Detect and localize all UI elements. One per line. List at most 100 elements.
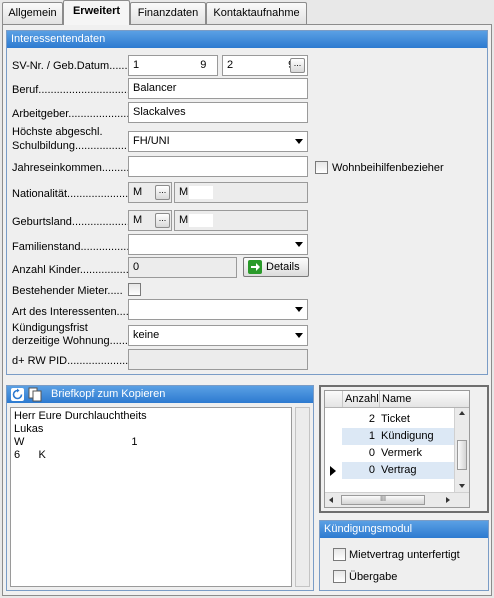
row-name: Kündigung — [381, 430, 434, 442]
geburtsland-name-field: M — [174, 210, 308, 231]
sv-nr-value: 1 9 — [133, 59, 207, 71]
anzahl-kinder-field[interactable]: 0 — [128, 257, 237, 278]
nationalitaet-name-field: M — [174, 182, 308, 203]
chevron-down-icon — [295, 242, 303, 247]
jahreseinkommen-field[interactable] — [128, 156, 308, 177]
familienstand-label: Familienstand................... — [12, 241, 139, 253]
grid-header: Anzahl Name — [325, 391, 469, 408]
nationalitaet-lookup-button[interactable]: ... — [155, 185, 170, 200]
nationalitaet-code-value: M — [133, 186, 143, 198]
familienstand-select[interactable] — [128, 234, 308, 255]
briefkopf-line: W 1 — [14, 436, 138, 448]
geburtsland-lookup-button[interactable]: ... — [155, 213, 170, 228]
kuendigungsfrist-label-2: derzeitige Wohnung....... — [12, 335, 132, 347]
uebergabe-label: Übergabe — [349, 571, 398, 583]
interessentendaten-panel: Interessentendaten SV-Nr. / Geb.Datum...… — [6, 30, 488, 375]
arbeitgeber-field[interactable]: Slackalves — [128, 102, 308, 123]
uebergabe-checkbox[interactable] — [333, 570, 346, 583]
bestehender-mieter-checkbox[interactable] — [128, 283, 141, 296]
wohnbeihilfe-checkbox[interactable] — [315, 161, 328, 174]
scroll-down-icon[interactable] — [459, 484, 465, 488]
jahreseinkommen-label: Jahreseinkommen............. — [12, 162, 142, 174]
current-row-indicator-icon — [330, 466, 336, 476]
tab-allgemein[interactable]: Allgemein — [2, 2, 63, 24]
schulbildung-value: FH/UNI — [133, 135, 170, 147]
schulbildung-label-1: Höchste abgeschl. — [12, 126, 103, 138]
briefkopf-line: 6 K — [14, 449, 46, 461]
tab-content-frame: Interessentendaten SV-Nr. / Geb.Datum...… — [2, 24, 492, 596]
beruf-label: Beruf.............................. — [12, 84, 130, 96]
grid-vertical-scrollbar[interactable] — [454, 408, 469, 492]
table-row[interactable]: 1 Kündigung — [342, 428, 463, 445]
art-interessent-label: Art des Interessenten..... — [12, 306, 132, 318]
row-count: 1 — [368, 430, 375, 442]
redacted-block — [189, 186, 213, 199]
wohnbeihilfe-label: Wohnbeihilfenbezieher — [332, 162, 444, 174]
beruf-field[interactable]: Balancer — [128, 78, 308, 99]
panel-title: Interessentendaten — [7, 31, 487, 48]
geburtsland-label: Geburtsland...................... — [12, 216, 140, 228]
kuendigungsfrist-label-1: Kündigungsfrist — [12, 322, 88, 334]
refresh-icon[interactable] — [11, 388, 24, 401]
arbeitgeber-label: Arbeitgeber...................... — [12, 108, 136, 120]
scroll-right-icon[interactable] — [446, 497, 450, 503]
counts-grid-frame: Anzahl Name 2 Ticket 1 Kündigung 0 Verme… — [319, 385, 489, 513]
details-label: Details — [266, 261, 300, 273]
table-row[interactable]: 0 Vertrag — [325, 462, 463, 479]
tab-finanzdaten[interactable]: Finanzdaten — [130, 2, 206, 24]
counts-grid[interactable]: Anzahl Name 2 Ticket 1 Kündigung 0 Verme… — [324, 390, 470, 508]
schulbildung-select[interactable]: FH/UNI — [128, 131, 308, 152]
art-interessent-select[interactable] — [128, 299, 308, 320]
rw-pid-field — [128, 349, 308, 370]
geburtsland-name-value: M — [179, 214, 189, 226]
geb-datum-value: 2 9 — [227, 59, 295, 71]
scroll-thumb[interactable] — [457, 440, 467, 470]
row-name: Ticket — [381, 413, 410, 425]
chevron-down-icon — [295, 139, 303, 144]
arbeitgeber-value: Slackalves — [133, 106, 186, 118]
briefkopf-textarea[interactable]: Herr Eure Durchlauchtheits Lukas W 1 6 K — [10, 407, 292, 587]
tab-erweitert[interactable]: Erweitert — [63, 0, 130, 25]
row-name: Vermerk — [381, 447, 422, 459]
briefkopf-line: Herr Eure Durchlauchtheits — [14, 410, 147, 422]
grid-horizontal-scrollbar[interactable]: III — [325, 492, 469, 507]
mietvertrag-unterfertigt-checkbox[interactable] — [333, 548, 346, 561]
tab-kontaktaufnahme[interactable]: Kontaktaufnahme — [206, 2, 307, 24]
grid-header-name[interactable]: Name — [379, 391, 469, 407]
briefkopf-title: Briefkopf zum Kopieren — [7, 386, 313, 403]
row-count: 0 — [368, 464, 375, 476]
chevron-down-icon — [295, 307, 303, 312]
row-count: 2 — [368, 413, 375, 425]
sv-label: SV-Nr. / Geb.Datum....... — [12, 60, 131, 72]
briefkopf-scrollbar[interactable] — [295, 407, 310, 587]
anzahl-kinder-label: Anzahl Kinder................... — [12, 264, 138, 276]
mietvertrag-unterfertigt-label: Mietvertrag unterfertigt — [349, 549, 460, 561]
redacted-block — [189, 214, 213, 227]
briefkopf-panel: Briefkopf zum Kopieren Herr Eure Durchla… — [6, 385, 314, 591]
rw-pid-label: d+ RW PID...................... — [12, 355, 135, 367]
details-button[interactable]: Details — [243, 257, 309, 277]
scroll-thumb[interactable]: III — [341, 495, 425, 505]
grid-header-anzahl[interactable]: Anzahl — [342, 391, 379, 407]
copy-icon[interactable] — [28, 387, 42, 402]
bestehender-mieter-label: Bestehender Mieter..... — [12, 285, 123, 297]
row-name: Vertrag — [381, 464, 417, 476]
anzahl-kinder-value: 0 — [133, 261, 140, 273]
geburtsland-code-value: M — [133, 214, 143, 226]
nationalitaet-name-value: M — [179, 186, 189, 198]
sv-nr-field[interactable]: 1 9 — [128, 55, 218, 76]
table-row[interactable]: 2 Ticket — [325, 411, 463, 428]
geb-datum-picker-button[interactable]: ... — [290, 58, 305, 73]
beruf-value: Balancer — [133, 82, 177, 94]
kuendigungsfrist-value: keine — [133, 329, 160, 341]
kuendigungsmodul-title: Kündigungsmodul — [320, 521, 488, 538]
nationalitaet-label: Nationalität...................... — [12, 188, 135, 200]
scroll-left-icon[interactable] — [329, 497, 333, 503]
schulbildung-label-2: Schulbildung..................... — [12, 140, 140, 152]
table-row[interactable]: 0 Vermerk — [325, 445, 463, 462]
scroll-up-icon[interactable] — [459, 411, 465, 415]
arrow-right-icon — [248, 260, 262, 274]
chevron-down-icon — [295, 333, 303, 338]
kuendigungsfrist-select[interactable]: keine — [128, 325, 308, 346]
kuendigungsmodul-panel: Kündigungsmodul Mietvertrag unterfertigt… — [319, 520, 489, 591]
